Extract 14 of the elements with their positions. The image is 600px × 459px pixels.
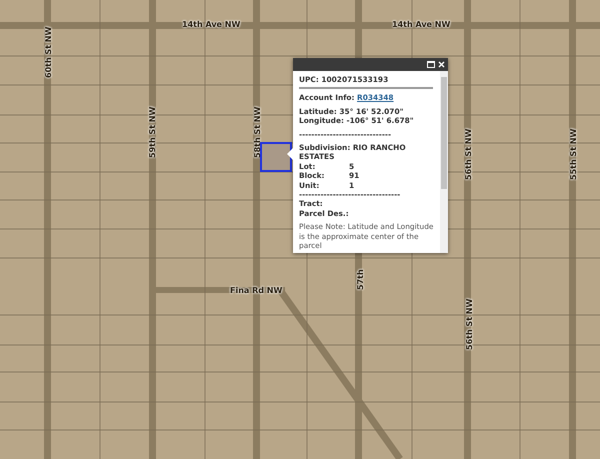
- street-label: 55th St NW: [569, 128, 578, 180]
- street-label: 59th St NW: [148, 106, 157, 158]
- street-label: 57th: [356, 269, 365, 290]
- scrollbar[interactable]: [440, 71, 448, 253]
- street-label: 58th St NW: [253, 106, 262, 158]
- maximize-icon[interactable]: [427, 61, 435, 68]
- street-label: 60th St NW: [44, 26, 53, 78]
- street-label: 14th Ave NW: [182, 20, 240, 29]
- street-label: 56th St NW: [465, 298, 474, 350]
- parcel-outline: [260, 142, 292, 172]
- street-label: Fina Rd NW: [230, 286, 282, 295]
- close-icon[interactable]: [438, 61, 445, 68]
- street-label: 14th Ave NW: [392, 20, 450, 29]
- street-label: 56th St NW: [464, 128, 473, 180]
